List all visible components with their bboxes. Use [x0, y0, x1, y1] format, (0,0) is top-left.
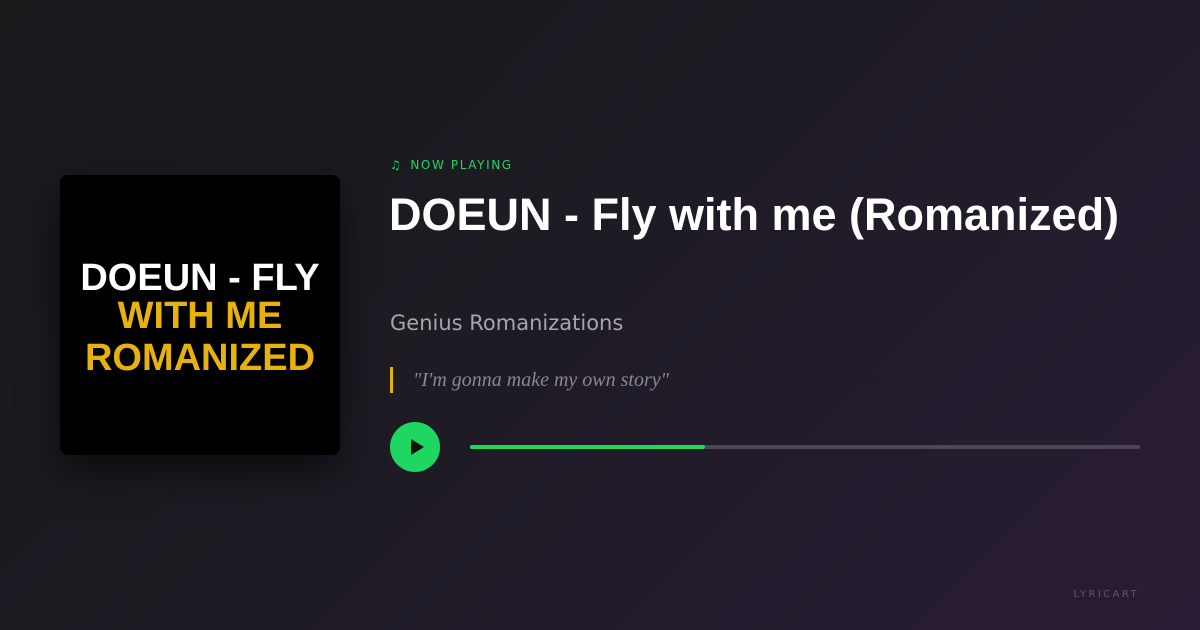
artist-name: Genius Romanizations [390, 311, 624, 335]
brand-logo: LYRICART [1073, 589, 1139, 600]
share-card: DOEUN - FLY WITH ME ROMANIZED ♫ NOW PLAY… [0, 0, 1200, 630]
music-note-icon: ♫ [390, 158, 403, 172]
progress-bar[interactable] [470, 445, 1140, 449]
now-playing-text: NOW PLAYING [410, 158, 513, 172]
album-art-line-3: ROMANIZED [84, 337, 316, 379]
song-title: DOEUN - Fly with me (Romanized) [389, 189, 1120, 240]
album-art: DOEUN - FLY WITH ME ROMANIZED [60, 175, 340, 455]
play-icon [410, 439, 424, 455]
progress-fill [470, 445, 705, 449]
play-button[interactable] [390, 422, 440, 472]
lyric-quote: "I'm gonna make my own story" [390, 367, 669, 393]
now-playing-label: ♫ NOW PLAYING [390, 158, 513, 172]
album-art-line-1: DOEUN - FLY [80, 257, 320, 299]
album-art-line-2: WITH ME [117, 295, 283, 337]
